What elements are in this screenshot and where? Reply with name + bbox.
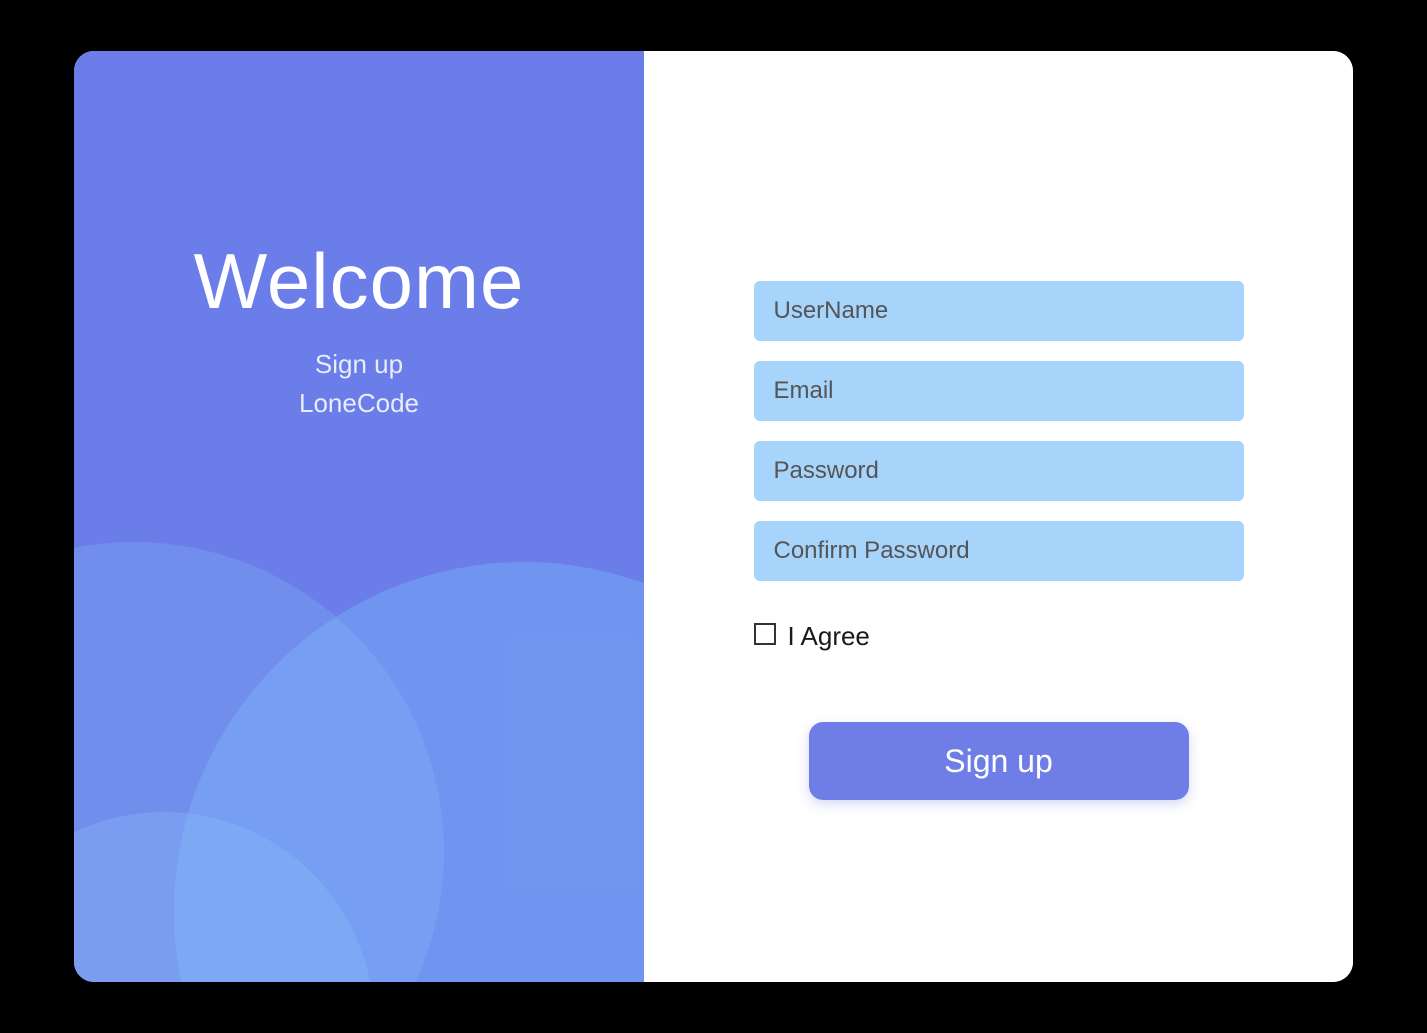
welcome-panel: Welcome Sign up LoneCode: [74, 51, 644, 982]
form-panel: I Agree Sign up: [644, 51, 1353, 982]
email-input[interactable]: [754, 361, 1244, 421]
signup-button[interactable]: Sign up: [809, 722, 1189, 800]
password-input[interactable]: [754, 441, 1244, 501]
agree-checkbox[interactable]: [754, 623, 776, 645]
signup-form: I Agree Sign up: [754, 281, 1244, 800]
welcome-title: Welcome: [194, 236, 525, 327]
agree-label: I Agree: [788, 621, 870, 652]
signup-window: Welcome Sign up LoneCode I Agree Sign up: [74, 51, 1353, 982]
username-input[interactable]: [754, 281, 1244, 341]
subtitle-line-2: LoneCode: [299, 384, 419, 423]
welcome-subtitle: Sign up LoneCode: [299, 345, 419, 423]
agree-row: I Agree: [754, 621, 1244, 652]
confirm-password-input[interactable]: [754, 521, 1244, 581]
subtitle-line-1: Sign up: [299, 345, 419, 384]
